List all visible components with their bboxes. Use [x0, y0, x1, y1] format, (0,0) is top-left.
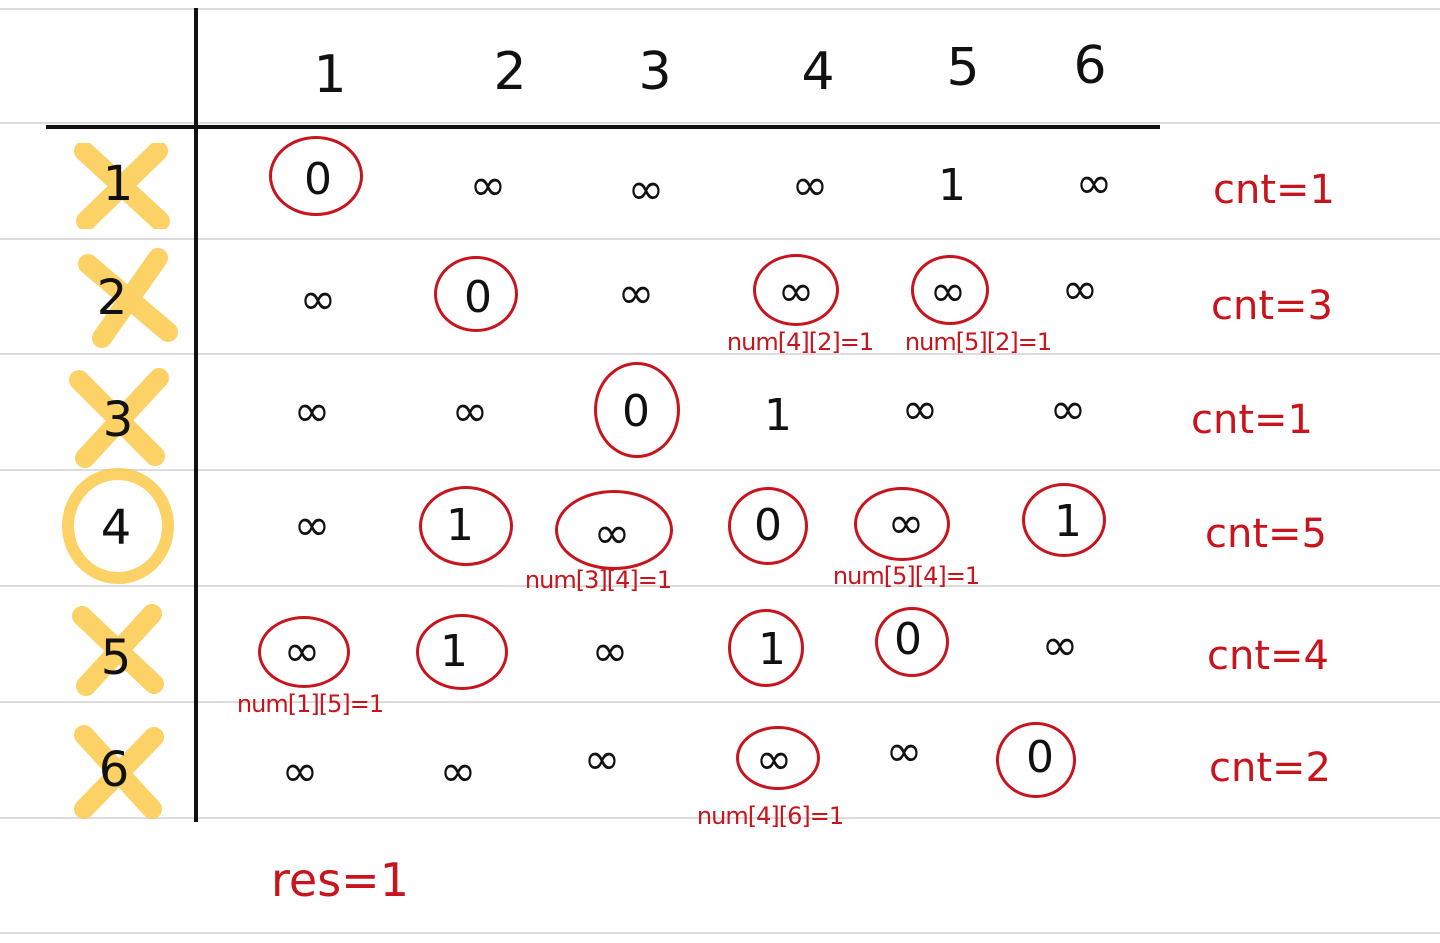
matrix-cell: ∞	[1075, 158, 1113, 209]
matrix-cell: 1	[938, 160, 966, 211]
matrix-cell: 1	[1054, 496, 1082, 547]
matrix-cell: ∞	[887, 498, 925, 549]
ruled-line	[0, 122, 1440, 124]
table-vertical-axis	[194, 8, 198, 822]
ruled-line	[0, 469, 1440, 471]
matrix-cell: ∞	[591, 626, 629, 677]
matrix-cell: 0	[622, 386, 650, 437]
row-header: 1	[102, 156, 134, 212]
matrix-cell: ∞	[1061, 264, 1099, 315]
matrix-cell: ∞	[439, 746, 477, 797]
yellow-cross-mark	[78, 248, 178, 348]
annotation-label: num[5][2]=1	[904, 328, 1052, 356]
matrix-cell: 0	[304, 154, 332, 205]
annotation-label: num[4][2]=1	[726, 328, 874, 356]
annotation-label: num[5][4]=1	[832, 562, 980, 590]
matrix-cell: ∞	[617, 268, 655, 319]
result-label: res=1	[271, 853, 409, 907]
ruled-line	[0, 353, 1440, 355]
column-header: 2	[493, 42, 527, 102]
row-count-label: cnt=1	[1213, 167, 1335, 213]
matrix-cell: ∞	[901, 384, 939, 435]
matrix-cell: ∞	[1041, 620, 1079, 671]
ruled-line	[0, 238, 1440, 240]
row-header: 5	[100, 630, 132, 686]
matrix-cell: ∞	[885, 726, 923, 777]
column-header: 4	[801, 42, 835, 102]
row-count-label: cnt=1	[1191, 397, 1313, 443]
matrix-cell: ∞	[293, 386, 331, 437]
matrix-cell: ∞	[299, 274, 337, 325]
column-header: 6	[1073, 36, 1107, 96]
row-header: 6	[98, 742, 130, 798]
ruled-line	[0, 8, 1440, 10]
ruled-line	[0, 701, 1440, 703]
annotation-label: num[3][4]=1	[524, 566, 672, 594]
row-header: 3	[102, 392, 134, 448]
matrix-cell: 1	[764, 390, 792, 441]
matrix-cell: ∞	[755, 734, 793, 785]
row-header: 4	[100, 500, 132, 556]
ruled-line	[0, 932, 1440, 934]
matrix-cell: ∞	[777, 266, 815, 317]
annotation-label: num[1][5]=1	[236, 690, 384, 718]
row-count-label: cnt=4	[1207, 633, 1329, 679]
matrix-cell: 1	[758, 624, 786, 675]
matrix-cell: ∞	[281, 746, 319, 797]
matrix-cell: 1	[446, 500, 474, 551]
matrix-cell: ∞	[929, 266, 967, 317]
row-header: 2	[96, 270, 128, 326]
matrix-cell: 1	[440, 626, 468, 677]
matrix-cell: 0	[754, 500, 782, 551]
row-count-label: cnt=5	[1205, 511, 1327, 557]
matrix-cell: 0	[1026, 732, 1054, 783]
notebook-page: 1 2 3 4 5 6 1 2 3 4 5 6 0 ∞ ∞ ∞ 1 ∞ ∞ 0 …	[0, 0, 1440, 943]
ruled-line	[0, 585, 1440, 587]
row-count-label: cnt=3	[1211, 283, 1333, 329]
matrix-cell: ∞	[293, 500, 331, 551]
matrix-cell: 0	[894, 614, 922, 665]
matrix-cell: ∞	[469, 160, 507, 211]
matrix-cell: ∞	[283, 626, 321, 677]
annotation-label: num[4][6]=1	[696, 802, 844, 830]
matrix-cell: ∞	[451, 386, 489, 437]
column-header: 5	[946, 38, 980, 98]
matrix-cell: ∞	[1049, 384, 1087, 435]
matrix-cell: ∞	[583, 734, 621, 785]
row-count-label: cnt=2	[1209, 745, 1331, 791]
matrix-cell: ∞	[593, 508, 631, 559]
column-header: 1	[313, 45, 347, 105]
matrix-cell: ∞	[791, 160, 829, 211]
table-horizontal-axis	[46, 125, 1160, 129]
matrix-cell: 0	[464, 272, 492, 323]
matrix-cell: ∞	[627, 164, 665, 215]
column-header: 3	[638, 42, 672, 102]
